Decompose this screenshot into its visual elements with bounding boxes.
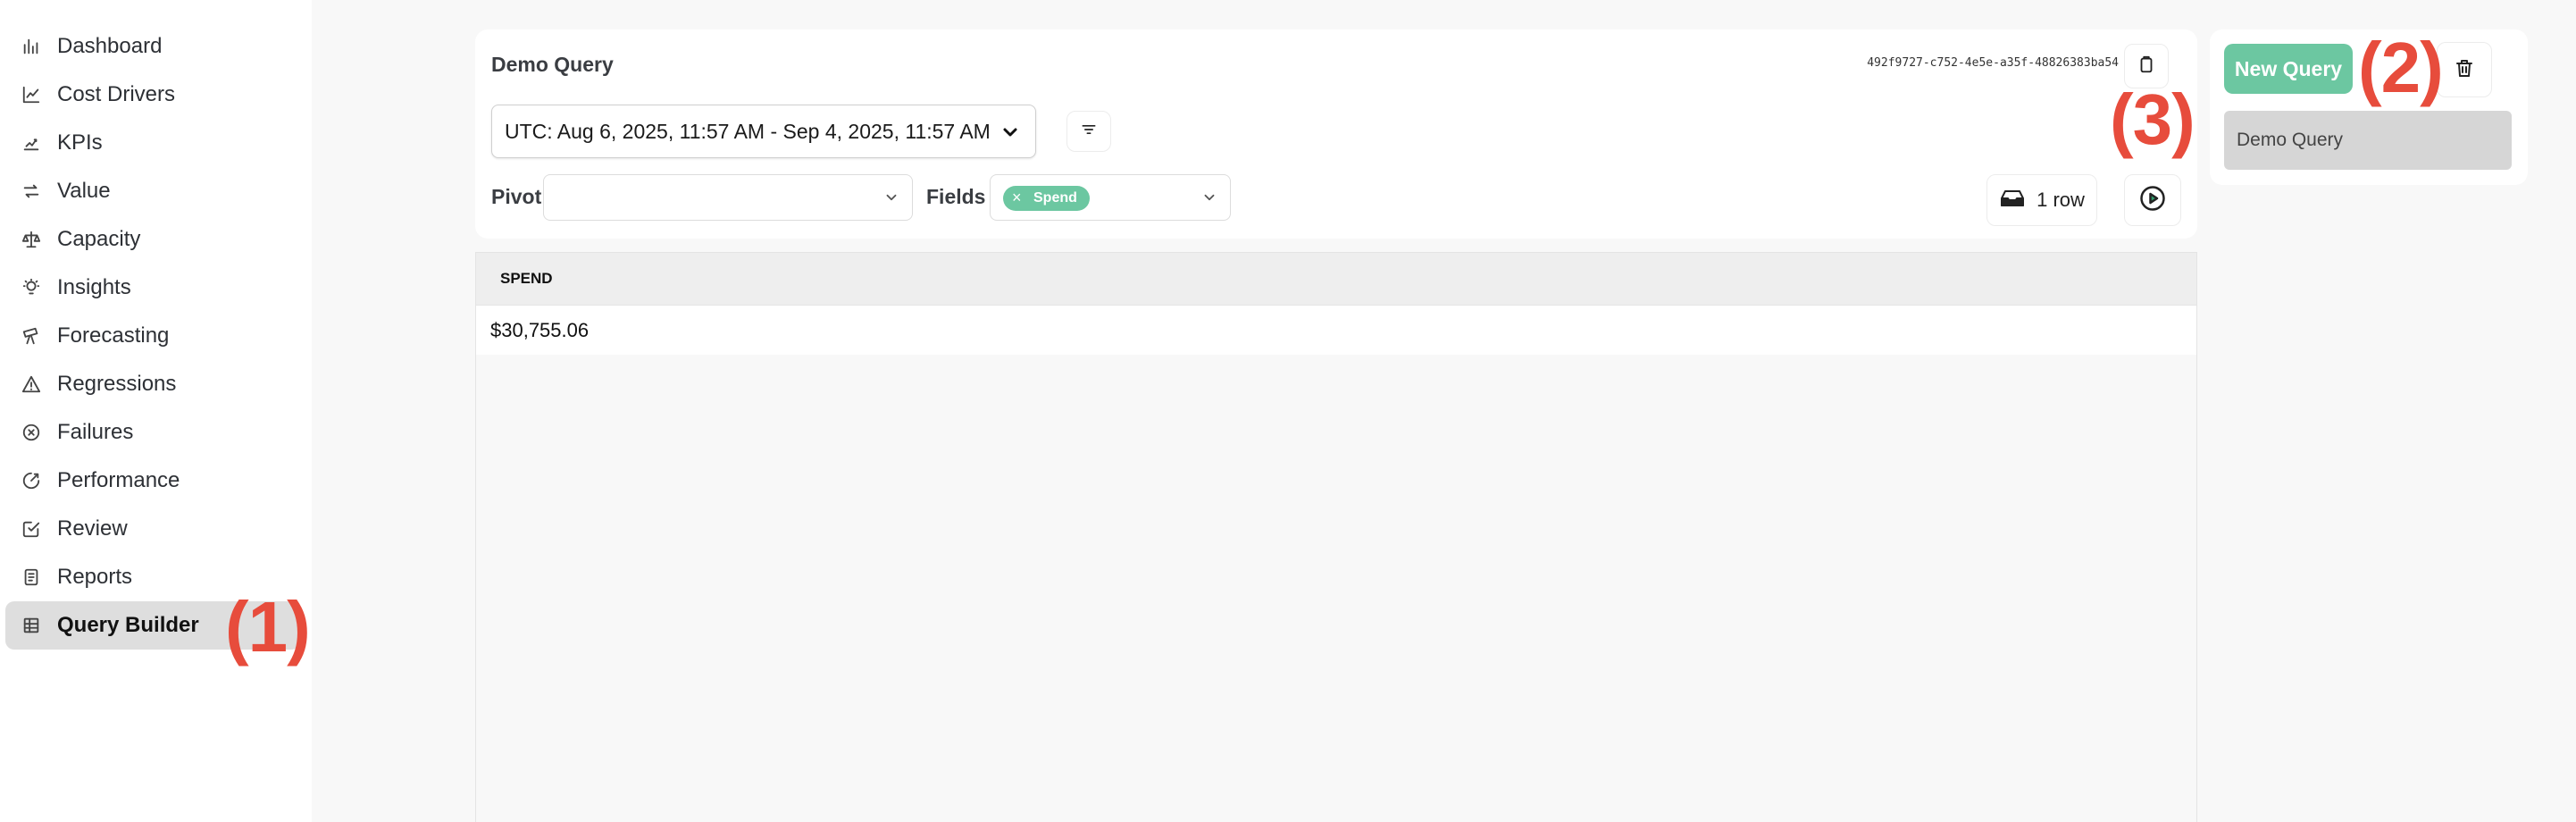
warning-triangle-icon bbox=[21, 373, 42, 395]
date-range-select[interactable]: UTC: Aug 6, 2025, 11:57 AM - Sep 4, 2025… bbox=[491, 105, 1036, 158]
filter-button[interactable] bbox=[1066, 111, 1111, 152]
field-chip-spend: × Spend bbox=[1003, 186, 1090, 211]
sidebar-item-dashboard[interactable]: Dashboard bbox=[5, 22, 300, 71]
sidebar-item-failures[interactable]: Failures bbox=[5, 408, 300, 457]
sidebar-item-label: Reports bbox=[57, 565, 133, 589]
saved-query-item[interactable]: Demo Query bbox=[2224, 111, 2512, 170]
row-count: 1 row bbox=[2037, 189, 2085, 211]
gauge-icon bbox=[21, 470, 42, 491]
sidebar-item-insights[interactable]: Insights bbox=[5, 264, 300, 312]
sidebar-item-label: Value bbox=[57, 179, 111, 203]
date-range-value: UTC: Aug 6, 2025, 11:57 AM - Sep 4, 2025… bbox=[505, 119, 991, 143]
table-icon bbox=[21, 615, 42, 636]
sidebar-item-label: Insights bbox=[57, 275, 131, 299]
sidebar-item-label: Query Builder bbox=[57, 613, 199, 637]
sidebar-item-cost-drivers[interactable]: Cost Drivers bbox=[5, 71, 300, 119]
pivot-select[interactable] bbox=[543, 174, 913, 221]
sidebar-item-forecasting[interactable]: Forecasting bbox=[5, 312, 300, 360]
annotation-3: (3) bbox=[2110, 80, 2195, 159]
sidebar-item-performance[interactable]: Performance bbox=[5, 457, 300, 505]
telescope-icon bbox=[21, 325, 42, 347]
query-editor-card: Demo Query 492f9727-c752-4e5e-a35f-48826… bbox=[475, 29, 2197, 239]
document-icon bbox=[21, 566, 42, 588]
pivot-label: Pivot bbox=[491, 185, 542, 208]
query-title: Demo Query bbox=[491, 53, 614, 76]
run-query-button[interactable] bbox=[2124, 174, 2181, 226]
sidebar-item-label: Dashboard bbox=[57, 34, 163, 58]
remove-chip-icon[interactable]: × bbox=[1012, 189, 1022, 207]
results-table: SPEND $30,755.06 bbox=[475, 252, 2197, 822]
edit-check-icon bbox=[21, 518, 42, 540]
sidebar-item-capacity[interactable]: Capacity bbox=[5, 215, 300, 264]
sidebar-item-label: Forecasting bbox=[57, 323, 170, 348]
exchange-icon bbox=[21, 180, 42, 202]
sidebar-item-label: Failures bbox=[57, 420, 134, 444]
fields-label: Fields bbox=[926, 185, 986, 208]
new-query-button[interactable]: New Query bbox=[2224, 44, 2353, 94]
clipboard-icon bbox=[2137, 55, 2156, 79]
sidebar: Dashboard Cost Drivers KPIs Value Capaci… bbox=[0, 0, 312, 822]
column-header-spend[interactable]: SPEND bbox=[500, 270, 553, 288]
circle-x-icon bbox=[21, 422, 42, 443]
filter-icon bbox=[1080, 121, 1098, 143]
lightbulb-icon bbox=[21, 277, 42, 298]
field-chip-label: Spend bbox=[1033, 190, 1077, 206]
line-chart-icon bbox=[21, 84, 42, 105]
sidebar-item-label: KPIs bbox=[57, 130, 103, 155]
play-circle-icon bbox=[2139, 185, 2166, 216]
sidebar-item-label: Regressions bbox=[57, 372, 177, 396]
table-cell: $30,755.06 bbox=[490, 318, 590, 341]
kpi-chart-icon bbox=[21, 132, 42, 154]
sidebar-item-regressions[interactable]: Regressions bbox=[5, 360, 300, 408]
sidebar-item-review[interactable]: Review bbox=[5, 505, 300, 553]
sidebar-item-label: Capacity bbox=[57, 227, 141, 251]
inbox-icon bbox=[1999, 186, 2026, 214]
annotation-2: (2) bbox=[2358, 28, 2444, 107]
scale-icon bbox=[21, 229, 42, 250]
sidebar-item-label: Review bbox=[57, 516, 128, 541]
sidebar-item-value[interactable]: Value bbox=[5, 167, 300, 215]
chevron-down-icon bbox=[883, 189, 899, 210]
query-id: 492f9727-c752-4e5e-a35f-48826383ba54 bbox=[1867, 56, 2119, 70]
chevron-down-icon bbox=[999, 122, 1021, 148]
bar-chart-icon bbox=[21, 36, 42, 57]
sidebar-item-label: Performance bbox=[57, 468, 180, 492]
delete-query-button[interactable] bbox=[2437, 42, 2492, 97]
table-header: SPEND bbox=[476, 253, 2196, 306]
chevron-down-icon bbox=[1201, 189, 1217, 210]
trash-icon bbox=[2454, 57, 2475, 83]
sidebar-item-kpis[interactable]: KPIs bbox=[5, 119, 300, 167]
fields-select[interactable]: × Spend bbox=[990, 174, 1231, 221]
annotation-1: (1) bbox=[225, 587, 311, 667]
sidebar-item-label: Cost Drivers bbox=[57, 82, 176, 106]
row-count-badge: 1 row bbox=[1986, 174, 2097, 226]
table-row: $30,755.06 bbox=[476, 306, 2196, 355]
